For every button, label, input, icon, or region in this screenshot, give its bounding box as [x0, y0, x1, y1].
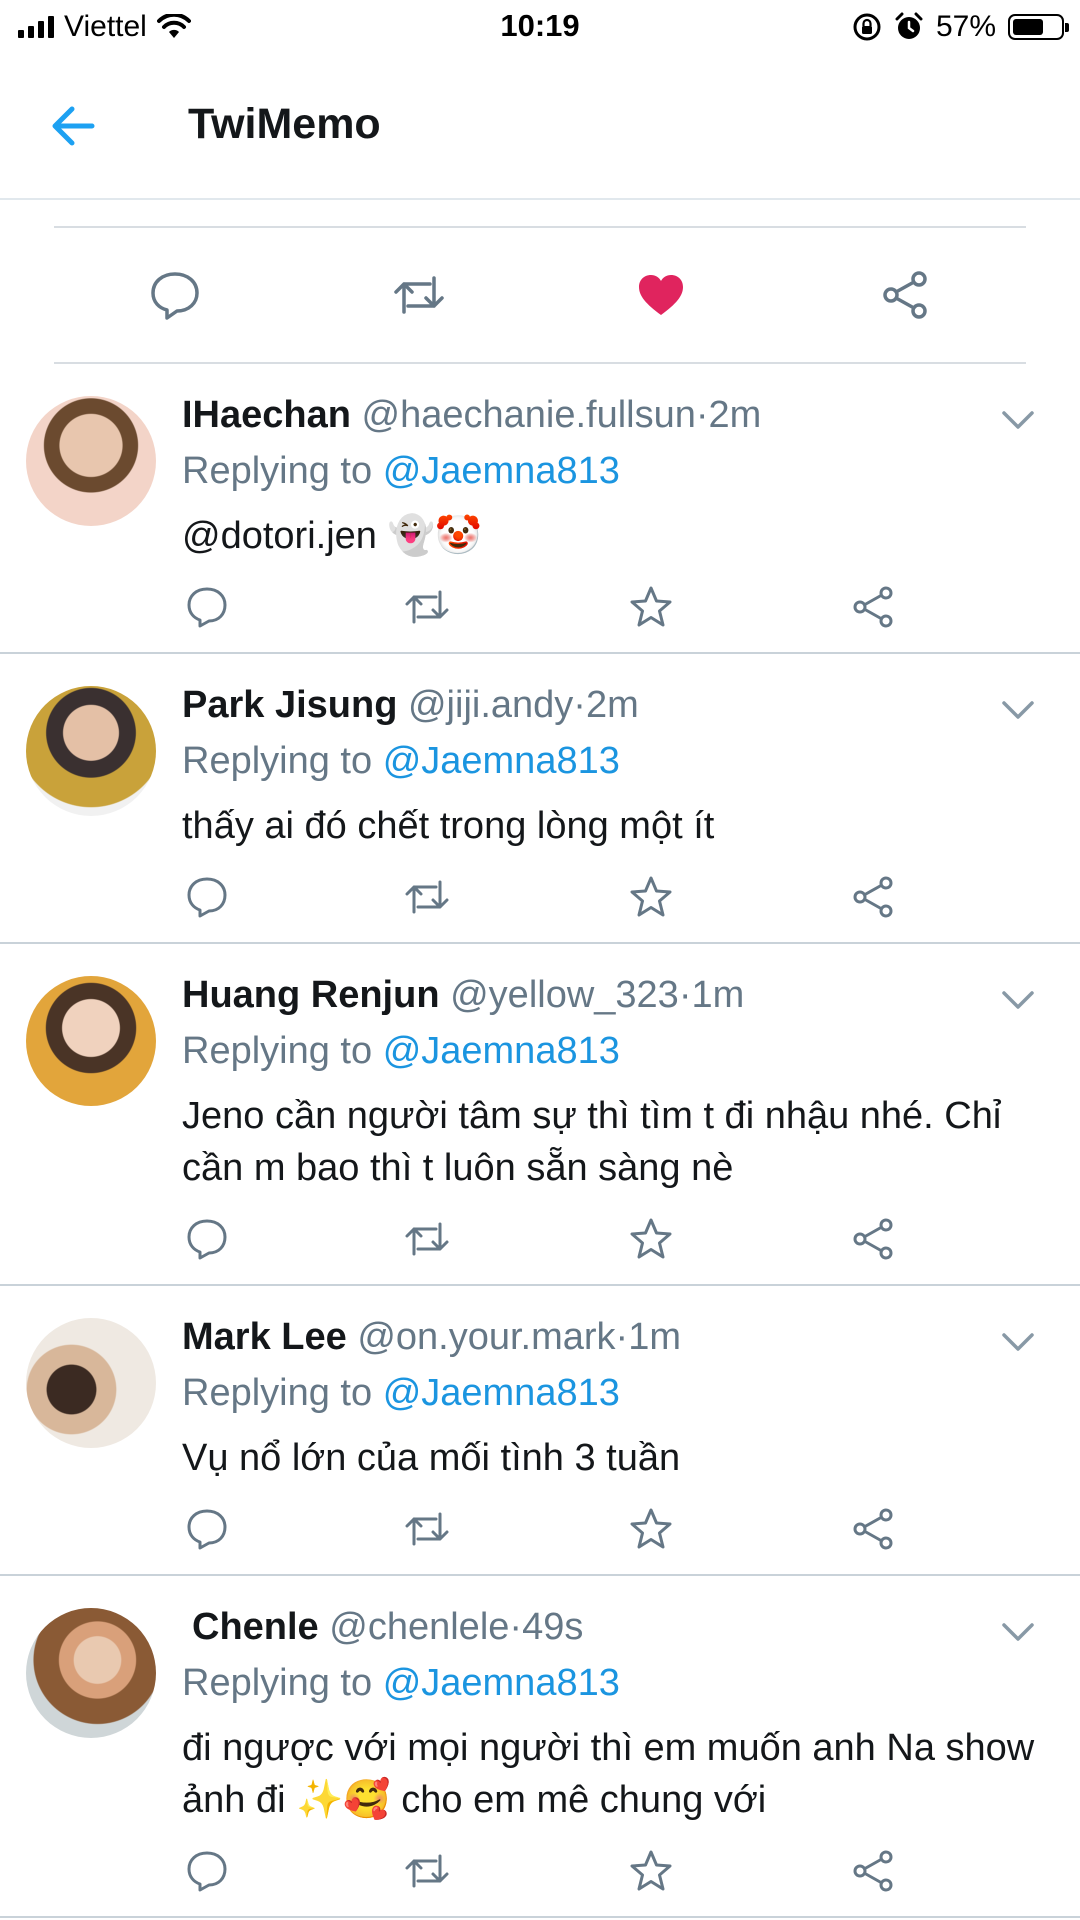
display-name[interactable]: Park Jisung: [182, 684, 397, 726]
reply-icon[interactable]: [184, 1216, 230, 1262]
timestamp: 49s: [522, 1606, 584, 1648]
display-name[interactable]: Huang Renjun: [182, 974, 440, 1016]
reply-tweet[interactable]: IHaechan @haechanie.fullsun·2m Replying …: [0, 364, 1080, 654]
reply-icon[interactable]: [184, 874, 230, 920]
share-icon[interactable]: [850, 1848, 896, 1894]
tweet-header: Mark Lee @on.your.mark·1m: [182, 1316, 681, 1358]
battery-percent: 57%: [935, 10, 996, 43]
display-name[interactable]: Chenle: [192, 1606, 319, 1648]
chevron-down-icon[interactable]: [1000, 698, 1036, 722]
handle[interactable]: @on.your.mark: [357, 1316, 615, 1358]
chevron-down-icon[interactable]: [1000, 1330, 1036, 1354]
avatar[interactable]: [26, 396, 156, 526]
star-icon[interactable]: [628, 874, 674, 920]
app-header: TwiMemo: [0, 56, 1080, 200]
star-icon[interactable]: [628, 584, 674, 630]
reply-tweet[interactable]: Park Jisung @jiji.andy·2m Replying to @J…: [0, 654, 1080, 944]
tweet-text: @dotori.jen 👻🤡: [182, 515, 483, 557]
share-icon[interactable]: [850, 1506, 896, 1552]
tweet-header: Huang Renjun @yellow_323·1m: [182, 974, 745, 1016]
timestamp: 2m: [585, 684, 639, 726]
avatar[interactable]: [26, 1608, 156, 1738]
tweet-header: IHaechan @haechanie.fullsun·2m: [182, 394, 762, 436]
retweet-icon[interactable]: [404, 1506, 450, 1552]
replying-to: Replying to @Jaemna813: [182, 1662, 620, 1704]
retweet-icon[interactable]: [404, 874, 450, 920]
chevron-down-icon[interactable]: [1000, 988, 1036, 1012]
mention-link[interactable]: @Jaemna813: [383, 450, 620, 492]
rotation-lock-icon: [853, 13, 881, 41]
status-bar: Viettel 10:19 57%: [0, 0, 1080, 56]
handle[interactable]: @haechanie.fullsun: [362, 394, 696, 436]
reply-icon[interactable]: [184, 584, 230, 630]
replying-to: Replying to @Jaemna813: [182, 740, 620, 782]
avatar[interactable]: [26, 976, 156, 1106]
mention-link[interactable]: @Jaemna813: [383, 1030, 620, 1072]
star-icon[interactable]: [628, 1506, 674, 1552]
star-icon[interactable]: [628, 1848, 674, 1894]
tweet-text: đi ngược với mọi người thì em muốn anh N…: [182, 1727, 1035, 1821]
handle[interactable]: @yellow_323: [450, 974, 679, 1016]
battery-icon: [1008, 14, 1069, 40]
reply-tweet[interactable]: Huang Renjun @yellow_323·1m Replying to …: [0, 944, 1080, 1286]
tweet-text: thấy ai đó chết trong lòng một ít: [182, 805, 715, 847]
heart-filled-icon[interactable]: [634, 268, 688, 322]
mention-link[interactable]: @Jaemna813: [383, 1662, 620, 1704]
timestamp: 1m: [628, 1316, 681, 1358]
mention-link[interactable]: @Jaemna813: [383, 740, 620, 782]
share-icon[interactable]: [878, 268, 932, 322]
chevron-down-icon[interactable]: [1000, 408, 1036, 432]
handle[interactable]: @chenlele: [329, 1606, 509, 1648]
share-icon[interactable]: [850, 1216, 896, 1262]
share-icon[interactable]: [850, 874, 896, 920]
reply-tweet[interactable]: Mark Lee @on.your.mark·1m Replying to @J…: [0, 1286, 1080, 1576]
reply-icon[interactable]: [184, 1506, 230, 1552]
replying-to: Replying to @Jaemna813: [182, 1030, 620, 1072]
tweet-actions: [0, 1506, 1080, 1556]
display-name[interactable]: Mark Lee: [182, 1316, 347, 1358]
timestamp: 2m: [708, 394, 762, 436]
alarm-icon: [895, 12, 923, 39]
chevron-down-icon[interactable]: [1000, 1620, 1036, 1644]
avatar[interactable]: [26, 1318, 156, 1448]
retweet-icon[interactable]: [392, 268, 446, 322]
tweet-actions: [0, 584, 1080, 634]
avatar[interactable]: [26, 686, 156, 816]
mention-link[interactable]: @Jaemna813: [383, 1372, 620, 1414]
tweet-actions: [0, 874, 1080, 924]
timestamp: 1m: [691, 974, 745, 1016]
main-tweet-actions: [0, 228, 1080, 362]
tweet-text: Vụ nổ lớn của mối tình 3 tuần: [182, 1437, 681, 1479]
page-title: TwiMemo: [188, 100, 381, 148]
retweet-icon[interactable]: [404, 584, 450, 630]
tweet-header: Park Jisung @jiji.andy·2m: [182, 684, 639, 726]
replying-to: Replying to @Jaemna813: [182, 1372, 620, 1414]
share-icon[interactable]: [850, 584, 896, 630]
star-icon[interactable]: [628, 1216, 674, 1262]
reply-icon[interactable]: [184, 1848, 230, 1894]
reply-icon[interactable]: [148, 268, 202, 322]
retweet-icon[interactable]: [404, 1848, 450, 1894]
tweet-actions: [0, 1216, 1080, 1266]
handle[interactable]: @jiji.andy: [408, 684, 573, 726]
tweet-actions: [0, 1848, 1080, 1898]
replying-to: Replying to @Jaemna813: [182, 450, 620, 492]
retweet-icon[interactable]: [404, 1216, 450, 1262]
tweet-text: Jeno cần người tâm sự thì tìm t đi nhậu …: [182, 1095, 1002, 1189]
tweet-header: Chenle @chenlele·49s: [192, 1606, 584, 1648]
reply-tweet[interactable]: Chenle @chenlele·49s Replying to @Jaemna…: [0, 1576, 1080, 1918]
back-arrow-icon[interactable]: [44, 96, 104, 156]
display-name[interactable]: IHaechan: [182, 394, 351, 436]
